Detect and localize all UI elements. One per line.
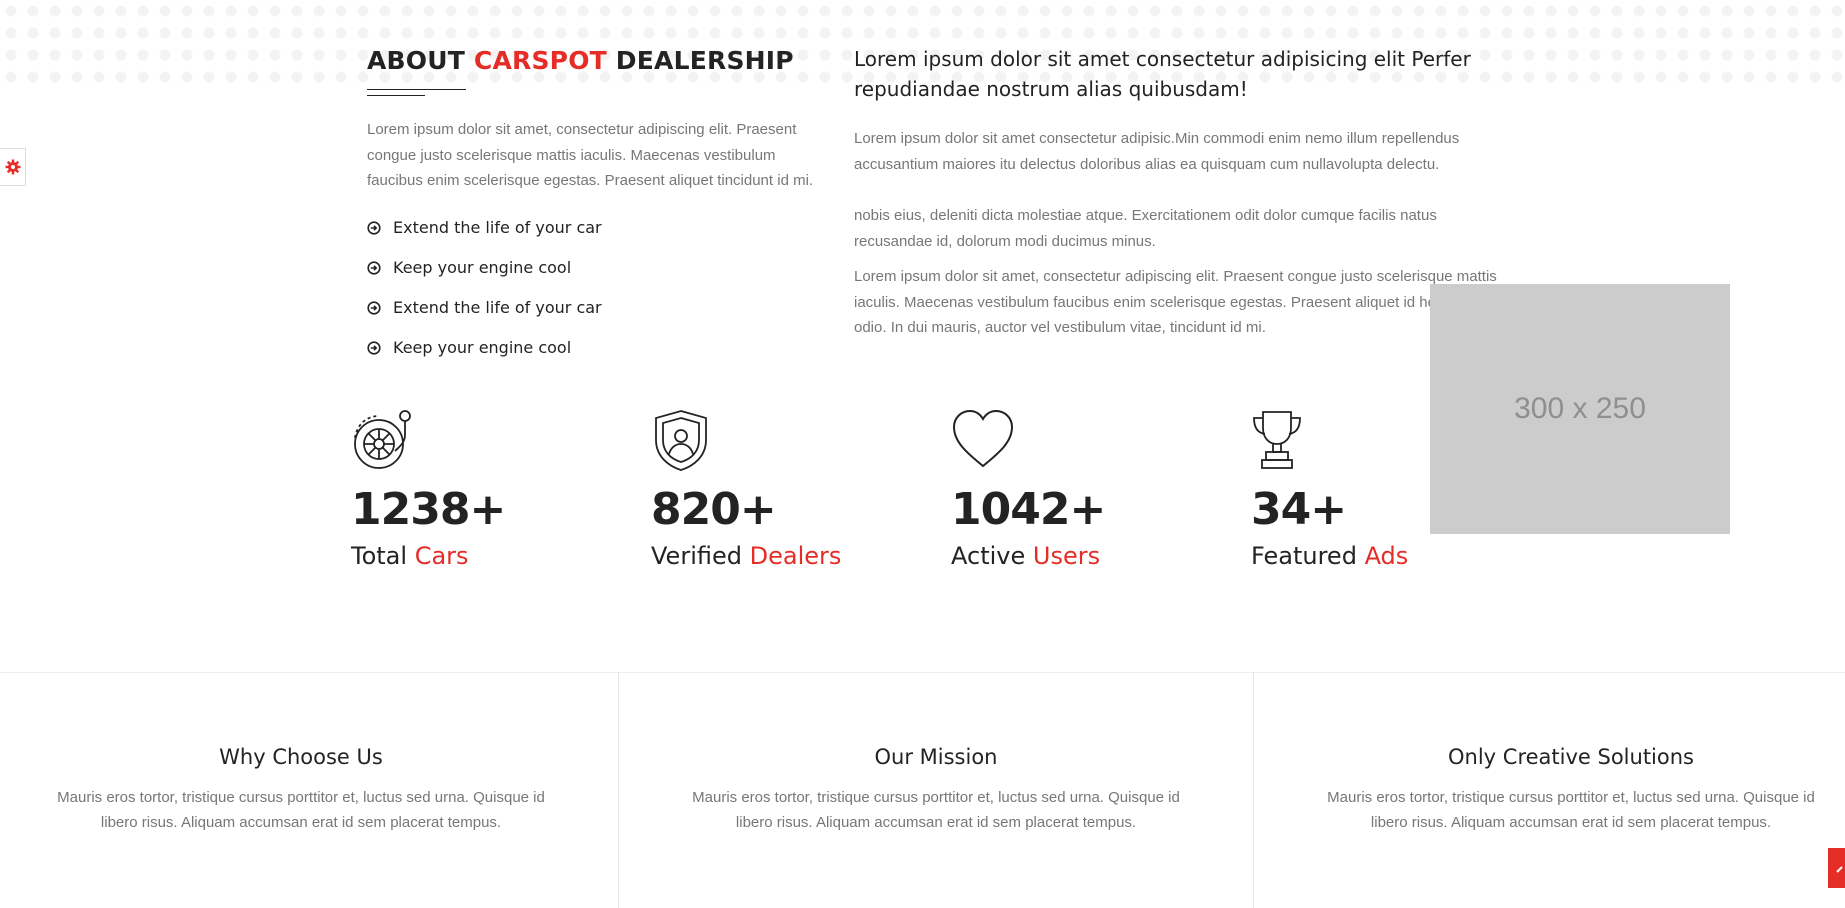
arrow-circle-right-icon [367,300,381,315]
box-text: Mauris eros tortor, tristique cursus por… [1327,789,1815,831]
why-choose-us-box: Why Choose Us Mauris eros tortor, tristi… [51,745,551,835]
about-title: ABOUT CARSPOT DEALERSHIP [367,46,794,75]
box-title: Only Creative Solutions [1448,745,1694,769]
chevron-up-icon [1836,866,1843,873]
box-title: Our Mission [874,745,998,769]
stat-label: Active Users [951,542,1101,570]
arrow-circle-right-icon [367,340,381,355]
stat-label: Featured Ads [1251,542,1409,570]
about-title-accent: CARSPOT [473,46,607,75]
intro-paragraph-3: Lorem ipsum dolor sit amet, consectetur … [854,268,1499,336]
box-text: Mauris eros tortor, tristique cursus por… [692,789,1180,831]
intro-paragraph-1: Lorem ipsum dolor sit amet consectetur a… [854,130,1460,173]
scroll-to-top-button[interactable] [1828,848,1845,888]
arrow-circle-right-icon [367,260,381,275]
feature-text: Keep your engine cool [393,258,572,277]
ad-size-label: 300 x 250 [1514,392,1646,425]
stat-number: 1238+ [351,484,506,535]
tire-icon [354,410,411,469]
arrow-circle-right-icon [367,220,381,235]
heart-icon [952,409,1014,468]
stat-active-users: 1042+ Active Users [951,408,1211,570]
stat-label: Total Cars [351,542,469,570]
stat-total-cars: 1238+ Total Cars [351,408,611,570]
feature-text: Extend the life of your car [393,298,602,317]
stat-verified-dealers: 820+ Verified Dealers [651,408,911,570]
feature-item: Keep your engine cool [367,248,817,288]
column-divider [618,672,619,908]
heading-underline [367,89,817,103]
stat-number: 34+ [1251,484,1347,535]
gear-icon [5,159,20,175]
box-title: Why Choose Us [219,745,383,769]
feature-list: Extend the life of your car Keep your en… [367,208,817,368]
box-text: Mauris eros tortor, tristique cursus por… [57,789,545,831]
feature-item: Keep your engine cool [367,328,817,368]
trophy-icon [1253,411,1301,469]
stat-featured-ads: 34+ Featured Ads [1251,408,1511,570]
stat-number: 820+ [651,484,777,535]
feature-text: Extend the life of your car [393,218,602,237]
shield-user-icon [655,410,707,471]
about-description: Lorem ipsum dolor sit amet, consectetur … [367,121,814,189]
stat-label: Verified Dealers [651,542,842,570]
feature-item: Extend the life of your car [367,208,817,248]
our-mission-box: Our Mission Mauris eros tortor, tristiqu… [686,745,1186,835]
section-divider [0,672,1845,673]
stat-number: 1042+ [951,484,1106,535]
intro-section: Lorem ipsum dolor sit amet consectetur a… [854,44,1504,341]
creative-solutions-box: Only Creative Solutions Mauris eros tort… [1321,745,1821,835]
intro-paragraph-2: nobis eius, deleniti dicta molestiae atq… [854,207,1437,250]
intro-heading: Lorem ipsum dolor sit amet consectetur a… [854,47,1471,101]
about-section: ABOUT CARSPOT DEALERSHIP Lorem ipsum dol… [367,46,817,368]
feature-item: Extend the life of your car [367,288,817,328]
feature-text: Keep your engine cool [393,338,572,357]
settings-toggle-button[interactable] [0,148,26,186]
column-divider [1253,672,1254,908]
